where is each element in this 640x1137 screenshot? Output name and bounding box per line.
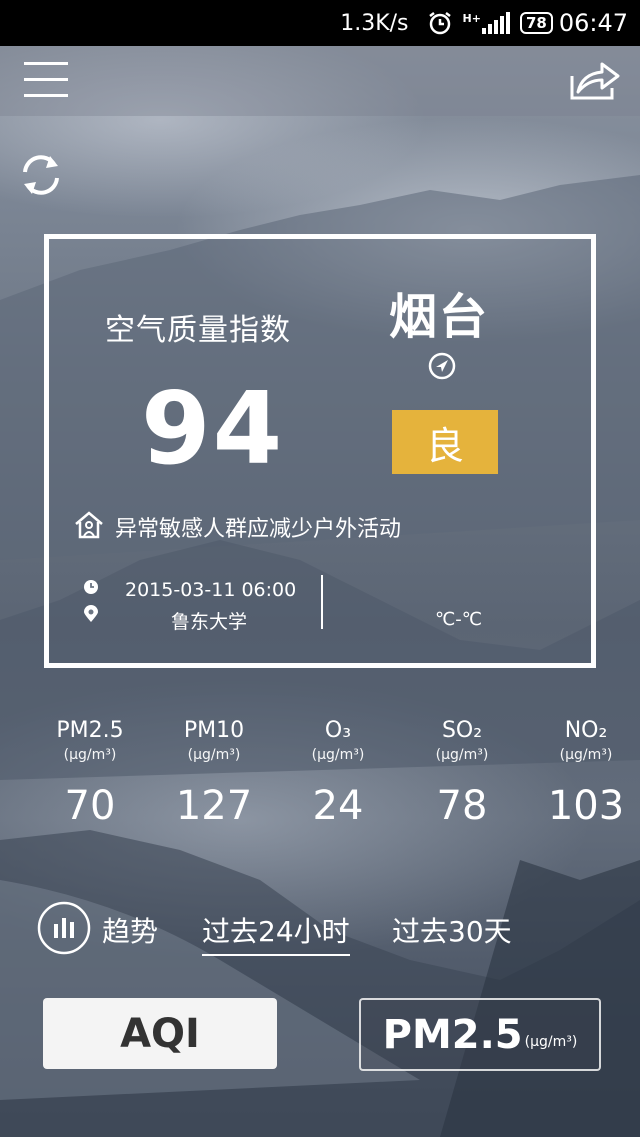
pm25-chart-button[interactable]: PM2.5 (μg/m³): [359, 998, 601, 1071]
battery-level: 78: [525, 14, 547, 32]
pollutant-unit: (μg/m³): [187, 747, 241, 763]
house-person-icon: [73, 509, 105, 541]
pollutant-list[interactable]: PM2.5 (μg/m³) 70 PM10 (μg/m³) 127 O₃ (μg…: [0, 718, 640, 848]
pollutant-value: 127: [175, 783, 253, 829]
pollutant-value: 78: [436, 783, 488, 829]
aqi-chart-button[interactable]: AQI: [43, 998, 277, 1069]
pollutant-item[interactable]: PM2.5 (μg/m³) 70: [28, 718, 152, 829]
refresh-icon[interactable]: [16, 150, 66, 200]
pollutant-item[interactable]: SO₂ (μg/m³) 78: [400, 718, 524, 829]
alarm-clock-icon: [427, 10, 453, 36]
pollutant-name: O₃: [324, 718, 352, 743]
aqi-title: 空气质量指数: [105, 313, 291, 348]
tab-past-24-hours[interactable]: 过去24小时: [202, 910, 350, 956]
city-name[interactable]: 烟台: [389, 277, 489, 347]
aqi-value: 94: [141, 370, 285, 487]
trend-label: 趋势: [102, 915, 159, 948]
pm25-button-label: PM2.5: [382, 1011, 523, 1058]
pollutant-name: SO₂: [441, 718, 483, 743]
pollutant-unit: (μg/m³): [311, 747, 365, 763]
aqi-button-label: AQI: [120, 1010, 200, 1057]
menu-icon[interactable]: [24, 62, 70, 98]
signal-strength-icon: H+: [463, 12, 510, 34]
pollutant-unit: (μg/m³): [559, 747, 613, 763]
top-toolbar: [0, 46, 640, 116]
location-arrow-icon[interactable]: [427, 351, 457, 381]
temperature-range: ℃-℃: [435, 609, 482, 630]
bar-chart-icon[interactable]: [36, 900, 92, 956]
pollutant-unit: (μg/m³): [63, 747, 117, 763]
pollutant-name: PM10: [183, 718, 245, 743]
pollutant-unit: (μg/m³): [435, 747, 489, 763]
network-type: H+: [462, 12, 481, 25]
pollutant-item[interactable]: PM10 (μg/m³) 127: [152, 718, 276, 829]
clock-icon: [83, 579, 99, 595]
vertical-divider: [321, 575, 323, 629]
pollutant-value: 70: [64, 783, 116, 829]
pollutant-value: 103: [547, 783, 625, 829]
battery-icon: 78: [519, 12, 553, 34]
aqi-grade-badge: 良: [392, 410, 498, 474]
pollutant-value: 24: [312, 783, 364, 829]
monitoring-station: 鲁东大学: [171, 611, 248, 633]
pollutant-item[interactable]: NO₂ (μg/m³) 103: [524, 718, 640, 829]
pm25-button-unit: (μg/m³): [524, 1033, 578, 1050]
health-advice: 异常敏感人群应减少户外活动: [115, 517, 402, 542]
status-bar: 1.3K/s H+ 78 06:47: [0, 0, 640, 46]
network-speed: 1.3K/s: [340, 10, 409, 36]
publish-datetime: 2015-03-11 06:00: [125, 579, 297, 601]
pollutant-item[interactable]: O₃ (μg/m³) 24: [276, 718, 400, 829]
pollutant-name: PM2.5: [56, 718, 124, 743]
status-time: 06:47: [558, 9, 628, 37]
pollutant-name: NO₂: [564, 718, 608, 743]
aqi-card: 空气质量指数 烟台 94 良 异常敏感人群应减少户外活动 2015-03-11 …: [44, 234, 596, 668]
location-pin-icon: [83, 605, 99, 623]
trend-bar: 趋势 过去24小时 过去30天: [0, 896, 640, 960]
share-icon[interactable]: [564, 56, 624, 106]
tab-past-30-days[interactable]: 过去30天: [392, 910, 512, 950]
